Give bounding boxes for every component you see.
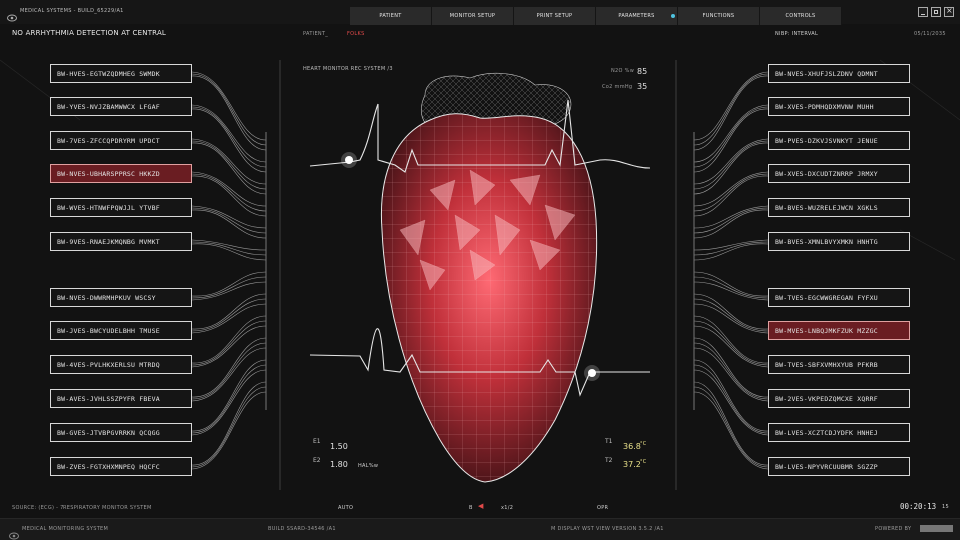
right-list-item[interactable]: BW-MVES-LNBQJMKFZUK MZZGC: [768, 321, 910, 340]
left-list-item[interactable]: BW-JVES-BWCYUDELBHH TMUSE: [50, 321, 192, 340]
left-list-item[interactable]: BW-WVES-HTNWFPQWJJL YTVBF: [50, 198, 192, 217]
status-powered: POWERED BY: [875, 526, 912, 532]
left-list-item[interactable]: BW-NVES-UBHARSPPRSC HKKZD: [50, 164, 192, 183]
right-list-item[interactable]: BW-BVES-WUZRELEJWCN XGKLS: [768, 198, 910, 217]
opr-mode[interactable]: OPR: [597, 505, 608, 511]
hal-label: HAL%w: [358, 463, 379, 469]
eye-icon: [9, 525, 19, 540]
right-list-item[interactable]: BW-LVES-NPYVRCUUBMR SGZZP: [768, 457, 910, 476]
right-list-item[interactable]: BW-2VES-VKPEDZQMCXE XQRRF: [768, 389, 910, 408]
left-list-item[interactable]: BW-NVES-DWWRMHPKUV WSCSY: [50, 288, 192, 307]
e1-value: 1.50: [330, 442, 348, 451]
auto-mode[interactable]: AUTO: [338, 505, 353, 511]
t1-label: T1: [605, 438, 613, 445]
timer-page: 15: [942, 504, 949, 510]
right-list-item[interactable]: BW-TVES-EGCWWGREGAN FYFXU: [768, 288, 910, 307]
right-list-item[interactable]: BW-PVES-DZKVJSVNKYT JENUE: [768, 131, 910, 150]
right-list-item[interactable]: BW-BVES-XMNLBVYXMKN HNHTG: [768, 232, 910, 251]
status-app: MEDICAL MONITORING SYSTEM: [22, 526, 109, 532]
left-list-item[interactable]: BW-GVES-JTVBPGVRRKN QCQGG: [50, 423, 192, 442]
t2-unit: °C: [640, 459, 647, 465]
speed-readout[interactable]: x1/2: [501, 505, 513, 511]
right-list-item[interactable]: BW-TVES-SBFXVMHXYUB PFKRB: [768, 355, 910, 374]
left-list-item[interactable]: BW-ZVES-FGTXHXMNPEQ HQCFC: [50, 457, 192, 476]
right-list-item[interactable]: BW-XVES-PDMHQDXMVNW MUHH: [768, 97, 910, 116]
rewind-icon[interactable]: ◀: [478, 502, 483, 510]
right-list-item[interactable]: BW-XVES-DXCUDTZNRRP JRMXY: [768, 164, 910, 183]
left-list-item[interactable]: BW-9VES-RNAEJKMQNBG MVMKT: [50, 232, 192, 251]
left-list-item[interactable]: BW-7VES-ZFCCQPDRYRM UPDCT: [50, 131, 192, 150]
status-bar: [0, 518, 960, 540]
left-list-item[interactable]: BW-4VES-PVLHKXERLSU MTRDQ: [50, 355, 192, 374]
status-version: M DISPLAY WST VIEW VERSION 3.5.2 /A1: [551, 526, 664, 532]
source-readout: SOURCE: (ECG) - 7: [12, 505, 64, 511]
left-list-item[interactable]: BW-YVES-NVJZBAMWWCX LFGAF: [50, 97, 192, 116]
e2-value: 1.80: [330, 460, 348, 469]
t1-unit: °C: [640, 441, 647, 447]
left-list-item[interactable]: BW-HVES-EGTWZQDMHEG SWMDK: [50, 64, 192, 83]
b-indicator: B: [469, 505, 473, 511]
t2-value: 37.2: [623, 460, 641, 469]
left-list-item[interactable]: BW-AVES-JVHLSSZPYFR FBEVA: [50, 389, 192, 408]
timer-readout: 00:20:13: [900, 502, 937, 511]
e1-label: E1: [313, 438, 321, 445]
brand-logo-icon: [920, 525, 953, 532]
t2-label: T2: [605, 457, 613, 464]
t1-value: 36.8: [623, 442, 641, 451]
right-list-item[interactable]: BW-LVES-XCZTCDJYDFK HNHEJ: [768, 423, 910, 442]
system-readout: RESPIRATORY MONITOR SYSTEM: [63, 505, 152, 511]
status-build: BUILD SSARD-34546 /A1: [268, 526, 336, 532]
e2-label: E2: [313, 457, 321, 464]
right-list-item[interactable]: BW-NVES-XHUFJSLZDNV QDMNT: [768, 64, 910, 83]
